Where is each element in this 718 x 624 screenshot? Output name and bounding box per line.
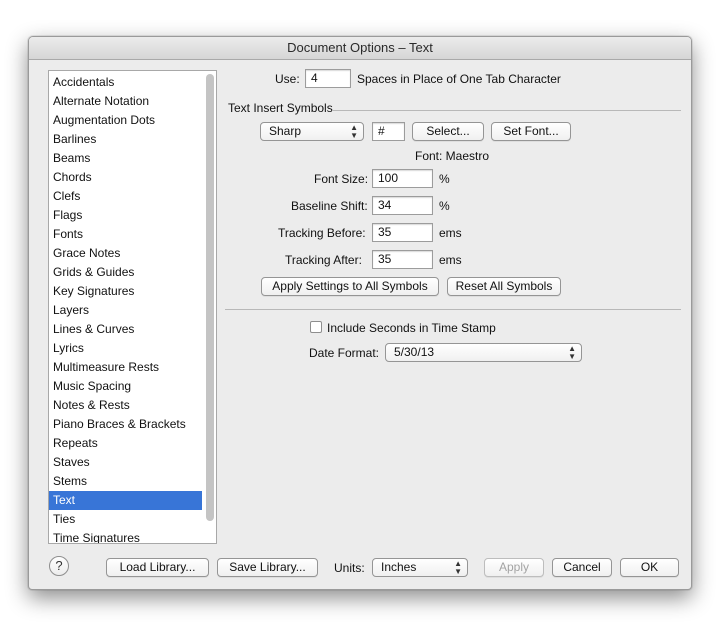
sidebar-item-piano-braces-brackets[interactable]: Piano Braces & Brackets [49, 415, 202, 434]
sidebar-item-lyrics[interactable]: Lyrics [49, 339, 202, 358]
sidebar-item-layers[interactable]: Layers [49, 301, 202, 320]
sidebar-item-text[interactable]: Text [49, 491, 202, 510]
sidebar-item-lines-curves[interactable]: Lines & Curves [49, 320, 202, 339]
sidebar-item-alternate-notation[interactable]: Alternate Notation [49, 92, 202, 111]
help-icon[interactable]: ? [49, 556, 69, 576]
symbol-select-value: Sharp [269, 124, 302, 138]
sidebar-item-accidentals[interactable]: Accidentals [49, 73, 202, 92]
section-divider [333, 110, 681, 111]
units-select-value: Inches [381, 560, 417, 574]
sidebar-item-multimeasure-rests[interactable]: Multimeasure Rests [49, 358, 202, 377]
tracking-after-field[interactable]: 35 [372, 250, 433, 269]
font-info: Font: Maestro [415, 149, 490, 163]
updown-arrows-icon: ▲ ▼ [568, 344, 576, 361]
include-seconds-checkbox[interactable] [310, 321, 322, 333]
sidebar-item-music-spacing[interactable]: Music Spacing [49, 377, 202, 396]
font-size-label: Font Size: [314, 172, 369, 186]
sidebar-item-chords[interactable]: Chords [49, 168, 202, 187]
sidebar-item-beams[interactable]: Beams [49, 149, 202, 168]
sidebar-item-time-signatures[interactable]: Time Signatures [49, 529, 202, 543]
reset-all-symbols-button[interactable]: Reset All Symbols [447, 277, 561, 296]
font-size-unit: % [439, 172, 450, 186]
include-seconds-label: Include Seconds in Time Stamp [327, 321, 496, 335]
ok-button[interactable]: OK [620, 558, 679, 577]
sidebar-item-fonts[interactable]: Fonts [49, 225, 202, 244]
sidebar-item-key-signatures[interactable]: Key Signatures [49, 282, 202, 301]
date-format-label: Date Format: [309, 346, 380, 360]
baseline-shift-field[interactable]: 34 [372, 196, 433, 215]
units-label: Units: [334, 561, 365, 575]
updown-arrows-icon: ▲ ▼ [350, 123, 358, 140]
list-scrollbar[interactable] [206, 74, 214, 521]
document-options-window: Document Options – Text Accidentals Alter… [28, 36, 692, 590]
tab-spaces-description: Spaces in Place of One Tab Character [357, 72, 561, 86]
window-title: Document Options – Text [29, 37, 691, 60]
sidebar-item-staves[interactable]: Staves [49, 453, 202, 472]
date-format-select[interactable]: 5/30/13 ▲ ▼ [385, 343, 582, 362]
font-size-field[interactable]: 100 [372, 169, 433, 188]
section-divider [225, 309, 681, 310]
tab-spaces-field[interactable]: 4 [305, 69, 351, 88]
sidebar-item-augmentation-dots[interactable]: Augmentation Dots [49, 111, 202, 130]
apply-settings-all-symbols-button[interactable]: Apply Settings to All Symbols [261, 277, 439, 296]
symbol-character-field[interactable]: # [372, 122, 405, 141]
units-select[interactable]: Inches ▲ ▼ [372, 558, 468, 577]
sidebar-item-barlines[interactable]: Barlines [49, 130, 202, 149]
save-library-button[interactable]: Save Library... [217, 558, 318, 577]
set-font-button[interactable]: Set Font... [491, 122, 571, 141]
text-insert-symbols-heading: Text Insert Symbols [228, 101, 333, 115]
sidebar-item-repeats[interactable]: Repeats [49, 434, 202, 453]
baseline-shift-label: Baseline Shift: [291, 199, 368, 213]
load-library-button[interactable]: Load Library... [106, 558, 209, 577]
tracking-after-unit: ems [439, 253, 462, 267]
tracking-after-label: Tracking After: [285, 253, 362, 267]
sidebar-item-grids-guides[interactable]: Grids & Guides [49, 263, 202, 282]
apply-button[interactable]: Apply [484, 558, 544, 577]
baseline-shift-unit: % [439, 199, 450, 213]
use-label: Use: [275, 72, 300, 86]
sidebar-item-notes-rests[interactable]: Notes & Rests [49, 396, 202, 415]
select-symbol-button[interactable]: Select... [412, 122, 484, 141]
date-format-value: 5/30/13 [394, 345, 435, 359]
tracking-before-unit: ems [439, 226, 462, 240]
sidebar-item-stems[interactable]: Stems [49, 472, 202, 491]
cancel-button[interactable]: Cancel [552, 558, 612, 577]
category-list[interactable]: Accidentals Alternate Notation Augmentatio… [48, 70, 217, 544]
updown-arrows-icon: ▲ ▼ [454, 559, 462, 576]
tracking-before-field[interactable]: 35 [372, 223, 433, 242]
sidebar-item-clefs[interactable]: Clefs [49, 187, 202, 206]
tracking-before-label: Tracking Before: [278, 226, 366, 240]
sidebar-item-flags[interactable]: Flags [49, 206, 202, 225]
sidebar-item-ties[interactable]: Ties [49, 510, 202, 529]
sidebar-item-grace-notes[interactable]: Grace Notes [49, 244, 202, 263]
symbol-select[interactable]: Sharp ▲ ▼ [260, 122, 364, 141]
